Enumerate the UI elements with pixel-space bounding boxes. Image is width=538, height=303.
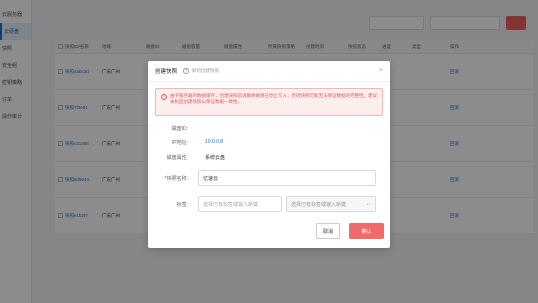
ip-label: IP地址: [171, 140, 188, 146]
create-snapshot-dialog: 创建快照 ? 如何创建快照 × ! 由于服务器的数据缓存，创建快照前请确保磁盘已… [148, 61, 390, 248]
tag-key-input[interactable]: 选择已有标签或输入新键 [198, 196, 282, 212]
ip-value[interactable]: 10.0.0.8 [205, 139, 223, 145]
dialog-footer: 取消 确认 [148, 218, 390, 248]
chevron-down-icon: ⌄ [365, 201, 370, 207]
tag-value-placeholder: 选择已有标签或输入新键 [291, 201, 347, 208]
warning-banner: ! 由于服务器的数据缓存，创建快照前请确保磁盘已停止写入，否则快照可能无法保证数… [155, 88, 383, 116]
disk-attr-value: 系统云盘 [205, 155, 226, 161]
close-icon[interactable]: × [379, 67, 383, 74]
help-link[interactable]: 如何创建快照 [192, 68, 219, 74]
tag-value-select[interactable]: 选择已有标签或输入新键 ⌄ [286, 196, 376, 212]
warning-icon: ! [161, 94, 167, 100]
help-icon[interactable]: ? [183, 68, 190, 74]
snapshot-name-input[interactable]: 亿速云 [198, 170, 376, 186]
tag-label: 标签: [176, 202, 188, 208]
snapshot-name-label: *快照名称: [164, 176, 188, 182]
disk-attr-label: 磁盘属性: [166, 155, 188, 161]
dialog-title: 创建快照 [155, 69, 178, 75]
disk-id-label: 磁盘ID: [171, 126, 188, 132]
cancel-button[interactable]: 取消 [316, 223, 340, 239]
warning-text: 由于服务器的数据缓存，创建快照前请确保磁盘已停止写入，否则快照可能无法保证数据的… [170, 93, 377, 104]
confirm-button[interactable]: 确认 [349, 223, 384, 239]
dialog-header: 创建快照 ? 如何创建快照 × [148, 61, 390, 82]
